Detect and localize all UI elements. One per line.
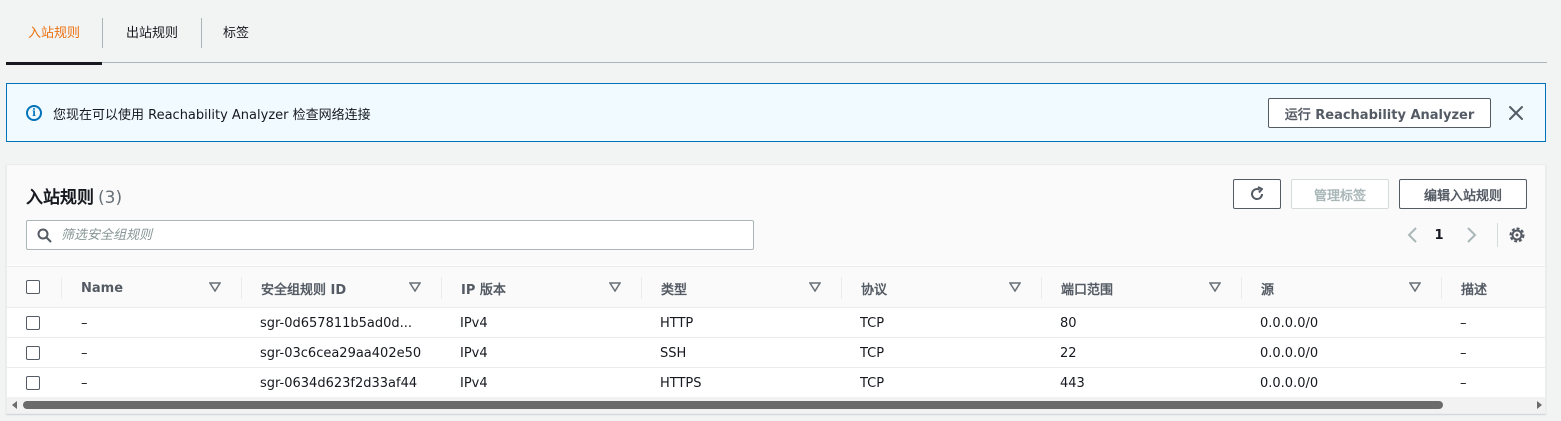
cell-description: – xyxy=(1460,375,1467,391)
cell-port-range: 443 xyxy=(1060,375,1085,391)
cell-rule-id[interactable]: sgr-03c6cea29aa402e50 xyxy=(260,338,430,368)
cell-description: – xyxy=(1460,315,1467,331)
scrollbar-thumb[interactable] xyxy=(23,401,1443,409)
column-header-protocol[interactable]: 协议 xyxy=(861,267,887,309)
column-header-port-range[interactable]: 端口范围 xyxy=(1061,267,1113,309)
column-divider xyxy=(441,277,442,299)
sort-icon[interactable] xyxy=(409,282,421,292)
cell-type: SSH xyxy=(660,345,687,361)
cell-ip-version: IPv4 xyxy=(460,315,488,331)
cell-rule-id[interactable]: sgr-0634d623f2d33af44 xyxy=(260,368,430,398)
column-header-type[interactable]: 类型 xyxy=(661,267,687,309)
row-checkbox[interactable] xyxy=(26,346,40,360)
panel-header: 入站规则(3) 管理标签 编辑入站规则 1 xyxy=(7,165,1545,265)
cell-type: HTTPS xyxy=(660,375,702,391)
row-checkbox[interactable] xyxy=(26,316,40,330)
manage-tags-button[interactable]: 管理标签 xyxy=(1291,179,1389,209)
cell-name: – xyxy=(81,315,88,331)
search-icon xyxy=(37,228,52,243)
inbound-rules-panel: 入站规则(3) 管理标签 编辑入站规则 1 xyxy=(6,164,1546,414)
sort-icon[interactable] xyxy=(809,282,821,292)
sort-icon[interactable] xyxy=(1209,282,1221,292)
pager-divider xyxy=(1497,223,1498,247)
tab-bar: 入站规则 出站规则 标签 xyxy=(6,0,1547,65)
column-divider xyxy=(641,277,642,299)
column-divider xyxy=(1241,277,1242,299)
row-checkbox[interactable] xyxy=(26,376,40,390)
refresh-button[interactable] xyxy=(1233,179,1281,209)
search-box xyxy=(26,220,754,250)
chevron-right-icon[interactable] xyxy=(1461,223,1481,247)
cell-type: HTTP xyxy=(660,315,694,331)
select-all-checkbox[interactable] xyxy=(26,280,40,294)
cell-name: – xyxy=(81,375,88,391)
column-divider xyxy=(841,277,842,299)
column-divider xyxy=(61,277,62,299)
column-header-ip-version[interactable]: IP 版本 xyxy=(461,267,506,309)
refresh-icon xyxy=(1251,186,1264,200)
cell-protocol: TCP xyxy=(860,315,885,331)
cell-ip-version: IPv4 xyxy=(460,375,488,391)
column-header-rule-id[interactable]: 安全组规则 ID xyxy=(261,267,346,309)
column-header-name[interactable]: Name xyxy=(81,267,123,309)
cell-protocol: TCP xyxy=(860,375,885,391)
table-row[interactable]: – sgr-0d657811b5ad0d... IPv4 HTTP TCP 80… xyxy=(7,308,1545,338)
column-divider xyxy=(241,277,242,299)
panel-title-text: 入站规则 xyxy=(26,188,94,208)
column-divider xyxy=(1041,277,1042,299)
horizontal-scrollbar[interactable] xyxy=(7,397,1545,413)
table-header: Name 安全组规则 ID IP 版本 类型 协议 端口范围 源 描述 xyxy=(7,266,1545,308)
tab-tags[interactable]: 标签 xyxy=(202,0,270,63)
cell-name: – xyxy=(81,345,88,361)
sort-icon[interactable] xyxy=(1409,282,1421,292)
cell-source: 0.0.0.0/0 xyxy=(1260,315,1319,331)
cell-description: – xyxy=(1460,345,1467,361)
info-icon: i xyxy=(26,105,42,121)
close-icon[interactable] xyxy=(1505,102,1527,124)
page-number[interactable]: 1 xyxy=(1429,223,1449,247)
cell-ip-version: IPv4 xyxy=(460,345,488,361)
scroll-left-icon[interactable] xyxy=(10,400,20,410)
gear-icon[interactable] xyxy=(1507,225,1527,245)
panel-title: 入站规则 (3) xyxy=(26,183,122,208)
cell-source: 0.0.0.0/0 xyxy=(1260,345,1319,361)
sort-icon[interactable] xyxy=(1009,282,1021,292)
search-input[interactable] xyxy=(61,226,741,244)
column-header-description[interactable]: 描述 xyxy=(1461,267,1487,309)
scroll-right-icon[interactable] xyxy=(1534,400,1544,410)
run-reachability-analyzer-button[interactable]: 运行 Reachability Analyzer xyxy=(1268,98,1491,128)
cell-port-range: 22 xyxy=(1060,345,1077,361)
edit-inbound-rules-button[interactable]: 编辑入站规则 xyxy=(1399,179,1527,209)
cell-protocol: TCP xyxy=(860,345,885,361)
banner-message: 您现在可以使用 Reachability Analyzer 检查网络连接 xyxy=(53,108,371,123)
cell-source: 0.0.0.0/0 xyxy=(1260,375,1319,391)
cell-rule-id[interactable]: sgr-0d657811b5ad0d... xyxy=(260,308,430,338)
info-banner: i 您现在可以使用 Reachability Analyzer 检查网络连接 运… xyxy=(6,83,1546,142)
table-row[interactable]: – sgr-0634d623f2d33af44 IPv4 HTTPS TCP 4… xyxy=(7,368,1545,398)
tab-outbound-rules[interactable]: 出站规则 xyxy=(103,0,201,63)
tab-inbound-rules[interactable]: 入站规则 xyxy=(6,0,102,65)
cell-port-range: 80 xyxy=(1060,315,1077,331)
chevron-left-icon[interactable] xyxy=(1403,223,1423,247)
column-header-source[interactable]: 源 xyxy=(1261,267,1274,309)
column-divider xyxy=(1441,277,1442,299)
table-row[interactable]: – sgr-03c6cea29aa402e50 IPv4 SSH TCP 22 … xyxy=(7,338,1545,368)
sort-icon[interactable] xyxy=(209,282,221,292)
rule-count: (3) xyxy=(98,188,123,208)
sort-icon[interactable] xyxy=(609,282,621,292)
